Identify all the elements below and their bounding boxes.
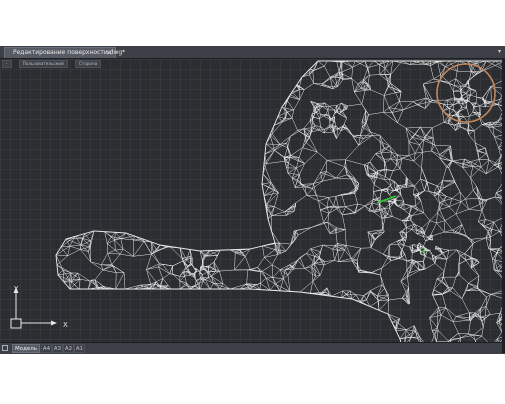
ucs-y-label: Y (14, 285, 19, 293)
drawing-window: Редактирование поверхности.dwg* ✕ ▾ - По… (0, 46, 505, 354)
tab-a3[interactable]: A3 (52, 344, 63, 353)
ucs-axes-icon (10, 287, 57, 329)
drawing-viewport[interactable]: - Пользовательский Сторона X Y (0, 59, 505, 342)
ucs-x-label: X (63, 321, 68, 329)
close-icon[interactable]: ✕ (106, 48, 112, 58)
chevron-down-icon[interactable]: ▾ (498, 47, 501, 57)
tab-a1[interactable]: A1 (74, 344, 85, 353)
square-icon[interactable] (2, 345, 8, 351)
document-tab[interactable]: Редактирование поверхности.dwg* ✕ (4, 47, 125, 58)
ucs-icon: X Y (10, 279, 80, 334)
tab-a4[interactable]: A4 (41, 344, 52, 353)
viewport-controls: - Пользовательский Сторона (2, 60, 103, 68)
view-style-button[interactable]: Пользовательский (18, 60, 68, 68)
tab-model[interactable]: Модель (12, 344, 40, 353)
mesh-edges (55, 60, 505, 342)
triangulation-lines (55, 60, 505, 342)
layout-tab-bar: Модель A4 A3 A2 A1 (0, 342, 505, 354)
viewport-menu-button[interactable]: - (2, 60, 12, 68)
document-tab-bar: Редактирование поверхности.dwg* ✕ ▾ (0, 46, 505, 59)
visual-style-button[interactable]: Сторона (74, 60, 102, 68)
screenshot-stage: Редактирование поверхности.dwg* ✕ ▾ - По… (0, 0, 505, 404)
tab-a2[interactable]: A2 (63, 344, 74, 353)
